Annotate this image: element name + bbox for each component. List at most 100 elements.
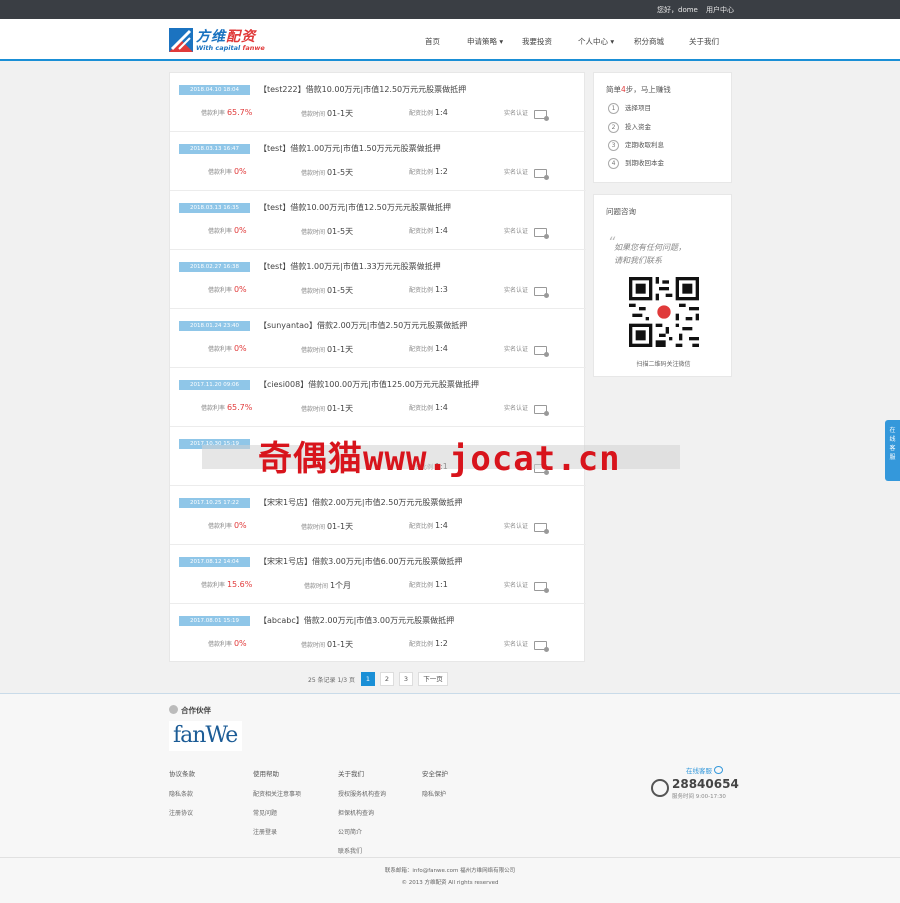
- logo-sub-blue: With capital: [196, 44, 243, 52]
- footer-link[interactable]: 配资相关注意事项: [253, 789, 301, 798]
- page-1-button[interactable]: 1: [361, 672, 375, 686]
- loan-title[interactable]: 【test】借款1.00万元|市值1.33万元元股票做抵押: [259, 261, 441, 272]
- user-center-link[interactable]: 用户中心: [706, 5, 734, 15]
- ratio-label: 配资比例: [409, 582, 434, 589]
- loan-date: 2017.08.12 14:04: [179, 557, 250, 567]
- loan-term: 01-1天: [326, 522, 354, 531]
- loan-row[interactable]: 2018.01.24 23:40 【sunyantao】借款2.00万元|市值2…: [170, 309, 586, 368]
- rate-label: 借款利率: [208, 169, 233, 176]
- footer-link[interactable]: 常见问题: [253, 808, 301, 817]
- ratio-label: 配资比例: [409, 346, 434, 353]
- footer-link[interactable]: 公司简介: [338, 827, 386, 836]
- page-2-button[interactable]: 2: [380, 672, 394, 686]
- loan-title[interactable]: 【宋宋1号店】借款2.00万元|市值2.50万元元股票做抵押: [259, 497, 462, 508]
- ratio-label: 配资比例: [409, 287, 434, 294]
- step-2-icon: 2: [608, 122, 619, 133]
- loan-ratio: 1:4: [434, 226, 448, 235]
- loan-row[interactable]: 2018.04.10 18:04 【test222】借款10.00万元|市值12…: [170, 73, 586, 132]
- footer-link[interactable]: 隐私保护: [422, 789, 448, 798]
- footer-col-title: 协议条款: [169, 770, 195, 778]
- loan-rate: 0%: [233, 285, 247, 294]
- loan-ratio: 1:1: [434, 580, 448, 589]
- page-3-button[interactable]: 3: [399, 672, 413, 686]
- online-service-link[interactable]: 在线客服: [686, 765, 724, 775]
- footer-col-title: 安全保护: [422, 770, 448, 778]
- contact-info: 联系邮箱：info@fanwe.com 福州方维网络有限公司: [384, 868, 516, 874]
- term-label: 借款时间: [304, 583, 329, 590]
- loan-title[interactable]: 【test222】借款10.00万元|市值12.50万元元股票做抵押: [259, 84, 466, 95]
- loan-row[interactable]: 2017.08.12 14:04 【宋宋1号店】借款3.00万元|市值6.00万…: [170, 545, 586, 604]
- footer-link[interactable]: 授权服务机构查询: [338, 789, 386, 798]
- loan-term: 01-5天: [326, 168, 354, 177]
- partners-title: 合作伙伴: [181, 706, 211, 715]
- loan-row[interactable]: 2017.08.01 15:19 【abcabc】借款2.00万元|市值3.00…: [170, 604, 586, 663]
- ratio-label: 配资比例: [409, 405, 434, 412]
- nav-apply-strategy[interactable]: 申请策略 ▾: [467, 36, 503, 47]
- loan-row[interactable]: 2017.11.20 09:06 【ciesi008】借款100.00万元|市值…: [170, 368, 586, 427]
- auth-label: 实名认证: [504, 641, 529, 648]
- loan-title[interactable]: 【宋宋1号店】借款3.00万元|市值6.00万元元股票做抵押: [259, 556, 462, 567]
- loan-date: 2017.08.01 15:19: [179, 616, 250, 626]
- step-3: 定期收取利息: [625, 141, 664, 149]
- footer-link[interactable]: 注册协议: [169, 808, 195, 817]
- loan-title[interactable]: 【sunyantao】借款2.00万元|市值2.50万元元股票做抵押: [259, 320, 467, 331]
- loan-title[interactable]: 【test】借款10.00万元|市值12.50万元元股票做抵押: [259, 202, 451, 213]
- loan-ratio: 1:4: [434, 344, 448, 353]
- auth-label: 实名认证: [504, 169, 529, 176]
- loan-title[interactable]: 【test】借款1.00万元|市值1.50万元元股票做抵押: [259, 143, 441, 154]
- nav-home[interactable]: 首页: [425, 36, 440, 47]
- footer-link[interactable]: 联系我们: [338, 846, 386, 855]
- loan-rate: 65.7%: [226, 108, 253, 117]
- term-label: 借款时间: [301, 229, 326, 236]
- id-card-icon: [534, 523, 549, 534]
- service-hours: 服务时间 9:00-17:30: [672, 794, 726, 800]
- nav-invest[interactable]: 我要投资: [522, 36, 552, 47]
- qr-code-icon: [629, 277, 699, 347]
- footer-col-title: 关于我们: [338, 770, 364, 778]
- qa-quote-line1: 如果您有任何问题，: [614, 243, 686, 252]
- nav-personal-center[interactable]: 个人中心 ▾: [578, 36, 614, 47]
- rate-label: 借款利率: [201, 110, 226, 117]
- online-service-tab[interactable]: 在线客服: [885, 420, 900, 481]
- term-label: 借款时间: [301, 170, 326, 177]
- rate-label: 借款利率: [208, 346, 233, 353]
- site-logo[interactable]: 方维配资 With capital fanwe: [169, 27, 279, 55]
- loan-rate: 0%: [233, 639, 247, 648]
- qa-box: 问题咨询 “ 如果您有任何问题， 请和我们联系 扫描二维码关注微信: [593, 194, 732, 377]
- footer-link[interactable]: 注册登录: [253, 827, 301, 836]
- id-card-icon: [534, 641, 549, 652]
- nav-about-us[interactable]: 关于我们: [689, 36, 719, 47]
- rate-label: 借款利率: [208, 641, 233, 648]
- step-1-icon: 1: [608, 103, 619, 114]
- loan-term: 01-5天: [326, 286, 354, 295]
- loan-rate: 0%: [233, 344, 247, 353]
- qa-quote-line2: 请和我们联系: [614, 256, 662, 265]
- loan-term: 01-1天: [326, 345, 354, 354]
- loan-row[interactable]: 2017.10.25 17:22 【宋宋1号店】借款2.00万元|市值2.50万…: [170, 486, 586, 545]
- qr-caption: 扫描二维码关注微信: [636, 361, 691, 368]
- nav-points-mall[interactable]: 积分商城: [634, 36, 664, 47]
- term-label: 借款时间: [301, 288, 326, 295]
- logo-name-blue: 方维: [196, 29, 226, 45]
- loan-rate: 0%: [233, 226, 247, 235]
- loan-ratio: 1:4: [434, 108, 448, 117]
- footer-link[interactable]: 隐私条款: [169, 789, 195, 798]
- partner-logo-fanwe[interactable]: fanWe: [169, 721, 242, 751]
- footer-divider: [0, 857, 900, 858]
- watermark: 奇偶猫www.jocat.cn: [258, 439, 621, 479]
- loan-rate: 15.6%: [226, 580, 253, 589]
- next-page-button[interactable]: 下一页: [418, 672, 448, 686]
- loan-row[interactable]: 2018.03.13 16:47 【test】借款1.00万元|市值1.50万元…: [170, 132, 586, 191]
- footer-link[interactable]: 担保机构查询: [338, 808, 386, 817]
- loan-row[interactable]: 2018.02.27 16:38 【test】借款1.00万元|市值1.33万元…: [170, 250, 586, 309]
- loan-title[interactable]: 【abcabc】借款2.00万元|市值3.00万元元股票做抵押: [259, 615, 454, 626]
- loan-title[interactable]: 【ciesi008】借款100.00万元|市值125.00万元元股票做抵押: [259, 379, 479, 390]
- loan-row[interactable]: 2018.03.13 16:35 【test】借款10.00万元|市值12.50…: [170, 191, 586, 250]
- term-label: 借款时间: [301, 347, 326, 354]
- ratio-label: 配资比例: [409, 169, 434, 176]
- loan-term: 01-5天: [326, 227, 354, 236]
- rate-label: 借款利率: [208, 228, 233, 235]
- greeting-text: 您好，dome: [657, 6, 698, 14]
- auth-label: 实名认证: [504, 523, 529, 530]
- id-card-icon: [534, 169, 549, 180]
